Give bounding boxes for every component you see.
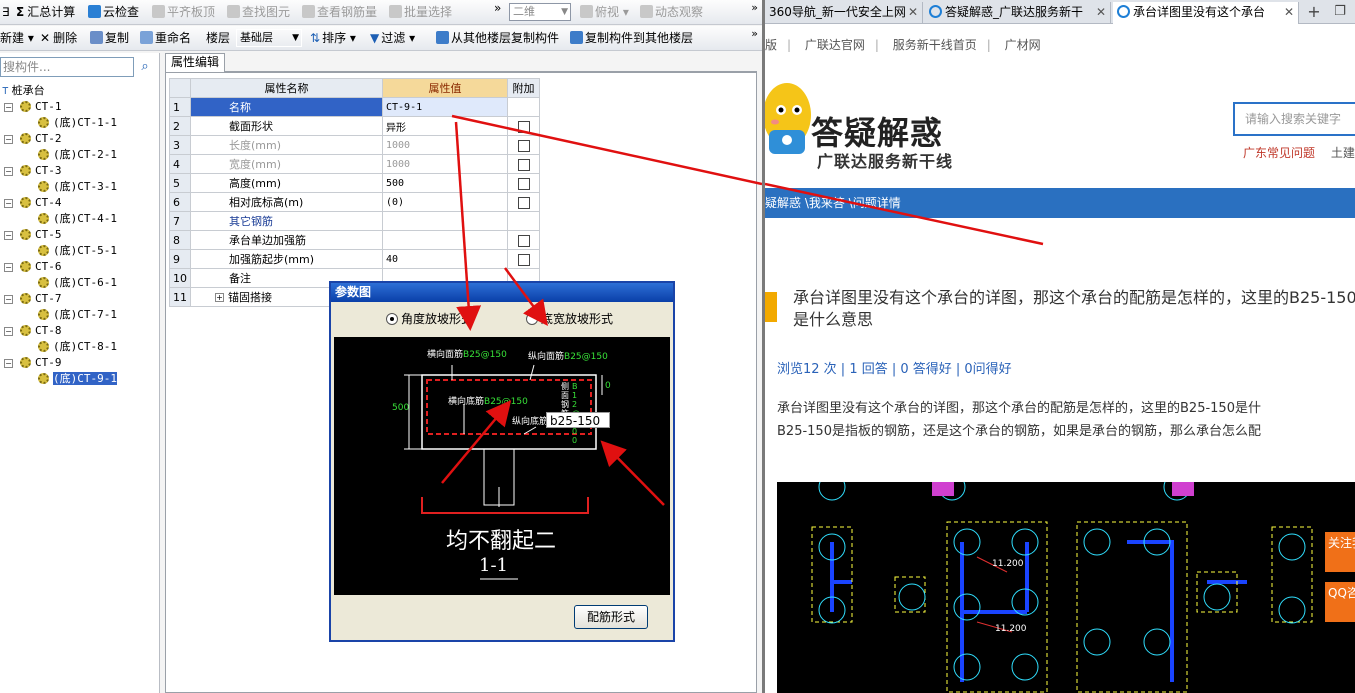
annotation-arrows-left — [441, 114, 762, 506]
red-arrow — [441, 400, 512, 484]
red-arrow-line — [765, 182, 1044, 246]
red-arrow-line — [451, 114, 762, 186]
red-arrow — [600, 440, 665, 506]
red-arrow — [454, 121, 482, 331]
app-root: ∃ Σ 汇总计算 云检查 平齐板顶 查找图元 查看钢筋量 批量选择 » 二维 ▼ 俯… — [0, 0, 1355, 693]
red-arrow — [503, 267, 548, 327]
annotation-arrows-right — [765, 182, 1044, 246]
gcl-app-window: ∃ Σ 汇总计算 云检查 平齐板顶 查找图元 查看钢筋量 批量选择 » 二维 ▼ 俯… — [0, 0, 762, 693]
browser-window: 360导航_新一代安全上网 ✕ 答疑解惑_广联达服务新干 ✕ 承台详图里没有这个承台… — [765, 0, 1355, 693]
